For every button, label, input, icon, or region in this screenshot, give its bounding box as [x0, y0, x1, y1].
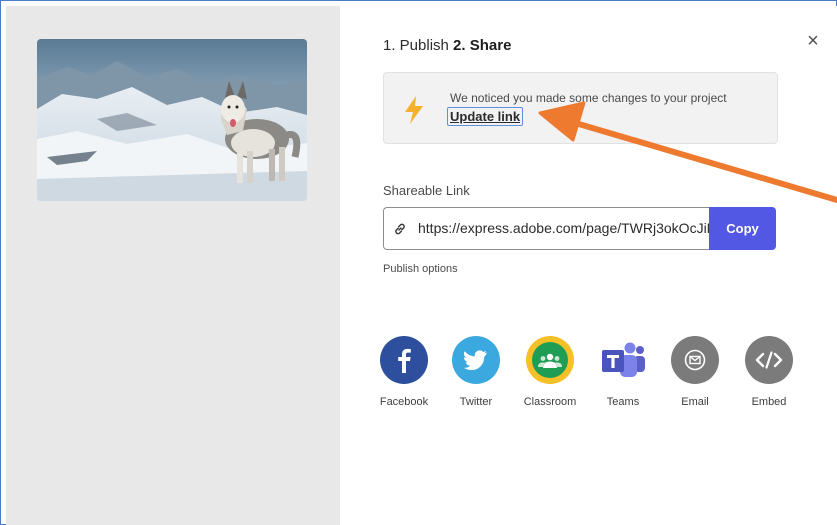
link-icon: [395, 223, 405, 235]
update-link[interactable]: Update link: [447, 107, 524, 126]
share-twitter-label: Twitter: [459, 396, 493, 408]
step-publish-label: 1. Publish: [383, 37, 449, 54]
shareable-link-field[interactable]: https://express.adobe.com/page/TWRj3okOc…: [383, 207, 710, 250]
teams-icon: [599, 336, 647, 384]
step-share-label: 2. Share: [453, 37, 512, 54]
dialog-title: 1. Publish 2. Share: [383, 37, 511, 54]
share-twitter-button[interactable]: Twitter: [441, 336, 511, 408]
share-teams-label: Teams: [606, 396, 640, 408]
share-facebook-label: Facebook: [379, 396, 429, 408]
email-icon: [671, 336, 719, 384]
publish-options-label: Publish options: [383, 263, 458, 275]
embed-icon: [745, 336, 793, 384]
share-email-label: Email: [681, 396, 709, 408]
project-thumbnail: [37, 39, 307, 201]
share-classroom-button[interactable]: Classroom: [515, 336, 585, 408]
share-classroom-label: Classroom: [523, 396, 577, 408]
share-email-button[interactable]: Email: [660, 336, 730, 408]
twitter-icon: [452, 336, 500, 384]
facebook-icon: [380, 336, 428, 384]
share-embed-button[interactable]: Embed: [734, 336, 804, 408]
notice-message: We noticed you made some changes to your…: [450, 91, 727, 105]
shareable-link-label: Shareable Link: [383, 183, 470, 198]
copy-button[interactable]: Copy: [709, 207, 776, 250]
lightning-bolt-icon: [405, 96, 423, 124]
close-icon[interactable]: ×: [803, 30, 823, 52]
share-embed-label: Embed: [751, 396, 787, 408]
share-facebook-button[interactable]: Facebook: [369, 336, 439, 408]
shareable-link-url: https://express.adobe.com/page/TWRj3okOc…: [418, 220, 710, 236]
changes-notice: We noticed you made some changes to your…: [383, 72, 778, 144]
classroom-icon: [526, 336, 574, 384]
share-teams-button[interactable]: Teams: [588, 336, 658, 408]
